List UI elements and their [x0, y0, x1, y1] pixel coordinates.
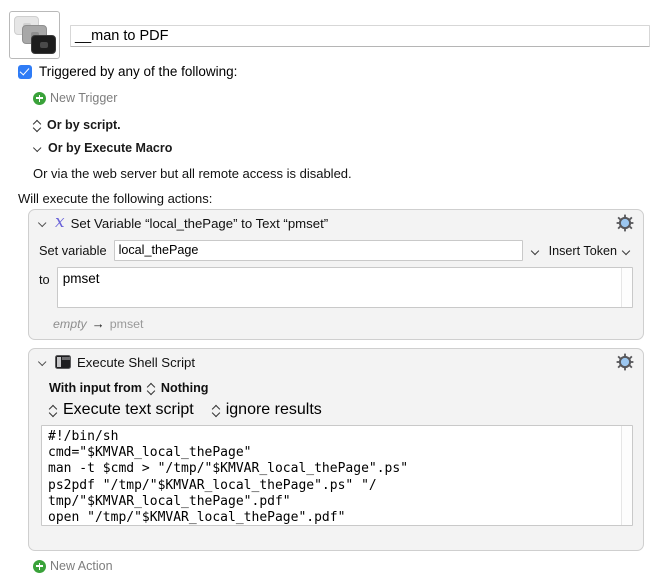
macro-header: __man to PDF [0, 0, 658, 62]
macro-title-input[interactable]: __man to PDF [70, 25, 650, 47]
chevron-down-icon [33, 142, 43, 155]
insert-token-label: Insert Token [548, 243, 617, 258]
with-input-from-label: With input from [49, 381, 142, 395]
set-variable-label: Set variable [39, 243, 107, 258]
result-arrow-icon: → [91, 316, 105, 331]
trigger-enabled-checkbox[interactable] [18, 64, 32, 79]
set-variable-result: empty → pmset [39, 316, 633, 331]
script-options-row[interactable]: Execute text script ignore results [39, 401, 633, 419]
disclosure-triangle-icon[interactable] [37, 355, 49, 369]
action-set-variable[interactable]: 𝑥 Set Variable “local_thePage” to Text “… [28, 209, 644, 340]
or-by-script-label: Or by script. [47, 118, 121, 132]
result-new-value: pmset [109, 316, 144, 331]
with-input-from-row[interactable]: With input from Nothing [39, 381, 633, 395]
gear-icon[interactable] [616, 353, 634, 371]
action-title: Set Variable “local_thePage” to Text “pm… [70, 215, 329, 231]
insert-token-button[interactable]: Insert Token [549, 244, 633, 258]
variable-x-icon: 𝑥 [55, 211, 65, 232]
terminal-icon [55, 355, 71, 369]
disclosure-triangle-icon[interactable] [37, 216, 49, 230]
macro-stack-icon-layer-front [31, 35, 56, 54]
or-by-execute-macro-label: Or by Execute Macro [48, 141, 173, 155]
new-trigger-button[interactable]: New Trigger [33, 91, 117, 105]
set-variable-row: Set variable local_thePage Insert Token [39, 240, 633, 261]
execute-mode-value: Execute text script [63, 401, 194, 418]
insert-token-chevron-down-icon [621, 244, 633, 258]
input-source-value: Nothing [160, 381, 209, 395]
shell-script-textarea[interactable]: #!/bin/sh cmd="$KMVAR_local_thePage" man… [41, 425, 633, 526]
variable-name-input[interactable]: local_thePage [113, 240, 523, 261]
plus-circle-icon [33, 91, 46, 105]
or-by-execute-macro-row[interactable]: Or by Execute Macro [33, 141, 172, 155]
macro-stack-icon[interactable] [9, 11, 60, 59]
or-by-script-row[interactable]: Or by script. [33, 118, 121, 132]
new-action-label: New Action [50, 559, 113, 573]
result-previous-value: empty [53, 316, 87, 331]
action-header[interactable]: 𝑥 Set Variable “local_thePage” to Text “… [29, 210, 643, 236]
action-execute-shell-script[interactable]: Execute Shell Script With input from Not… [28, 348, 644, 551]
execute-mode-stepper-icon[interactable] [49, 404, 58, 417]
to-value-scrollbar[interactable] [621, 268, 632, 307]
new-action-button[interactable]: New Action [33, 559, 113, 573]
action-title: Execute Shell Script [77, 354, 196, 370]
action-body: With input from Nothing Execute text scr… [29, 381, 643, 526]
trigger-enabled-row[interactable]: Triggered by any of the following: [18, 64, 237, 79]
shell-script-scrollbar[interactable] [621, 426, 632, 525]
new-trigger-label: New Trigger [50, 91, 118, 105]
to-value-row: to pmset [39, 267, 633, 308]
trigger-enabled-label: Triggered by any of the following: [39, 64, 238, 79]
plus-circle-icon [33, 559, 46, 573]
input-source-stepper-icon[interactable] [147, 382, 156, 395]
to-value-textarea[interactable]: pmset [56, 267, 633, 308]
web-server-note: Or via the web server but all remote acc… [33, 166, 352, 181]
up-down-stepper-icon [33, 119, 42, 132]
variable-dropdown-chevron-icon[interactable] [530, 244, 542, 258]
to-label: to [39, 272, 50, 287]
to-value-text: pmset [62, 271, 100, 286]
macro-editor-pane: __man to PDF Triggered by any of the fol… [0, 0, 658, 583]
results-mode-stepper-icon[interactable] [212, 404, 221, 417]
results-mode-value: ignore results [225, 401, 322, 418]
action-header[interactable]: Execute Shell Script [29, 349, 643, 375]
action-body: Set variable local_thePage Insert Token … [29, 240, 643, 331]
actions-intro-label: Will execute the following actions: [18, 191, 213, 206]
shell-script-text: #!/bin/sh cmd="$KMVAR_local_thePage" man… [48, 429, 409, 526]
gear-icon[interactable] [616, 214, 634, 232]
